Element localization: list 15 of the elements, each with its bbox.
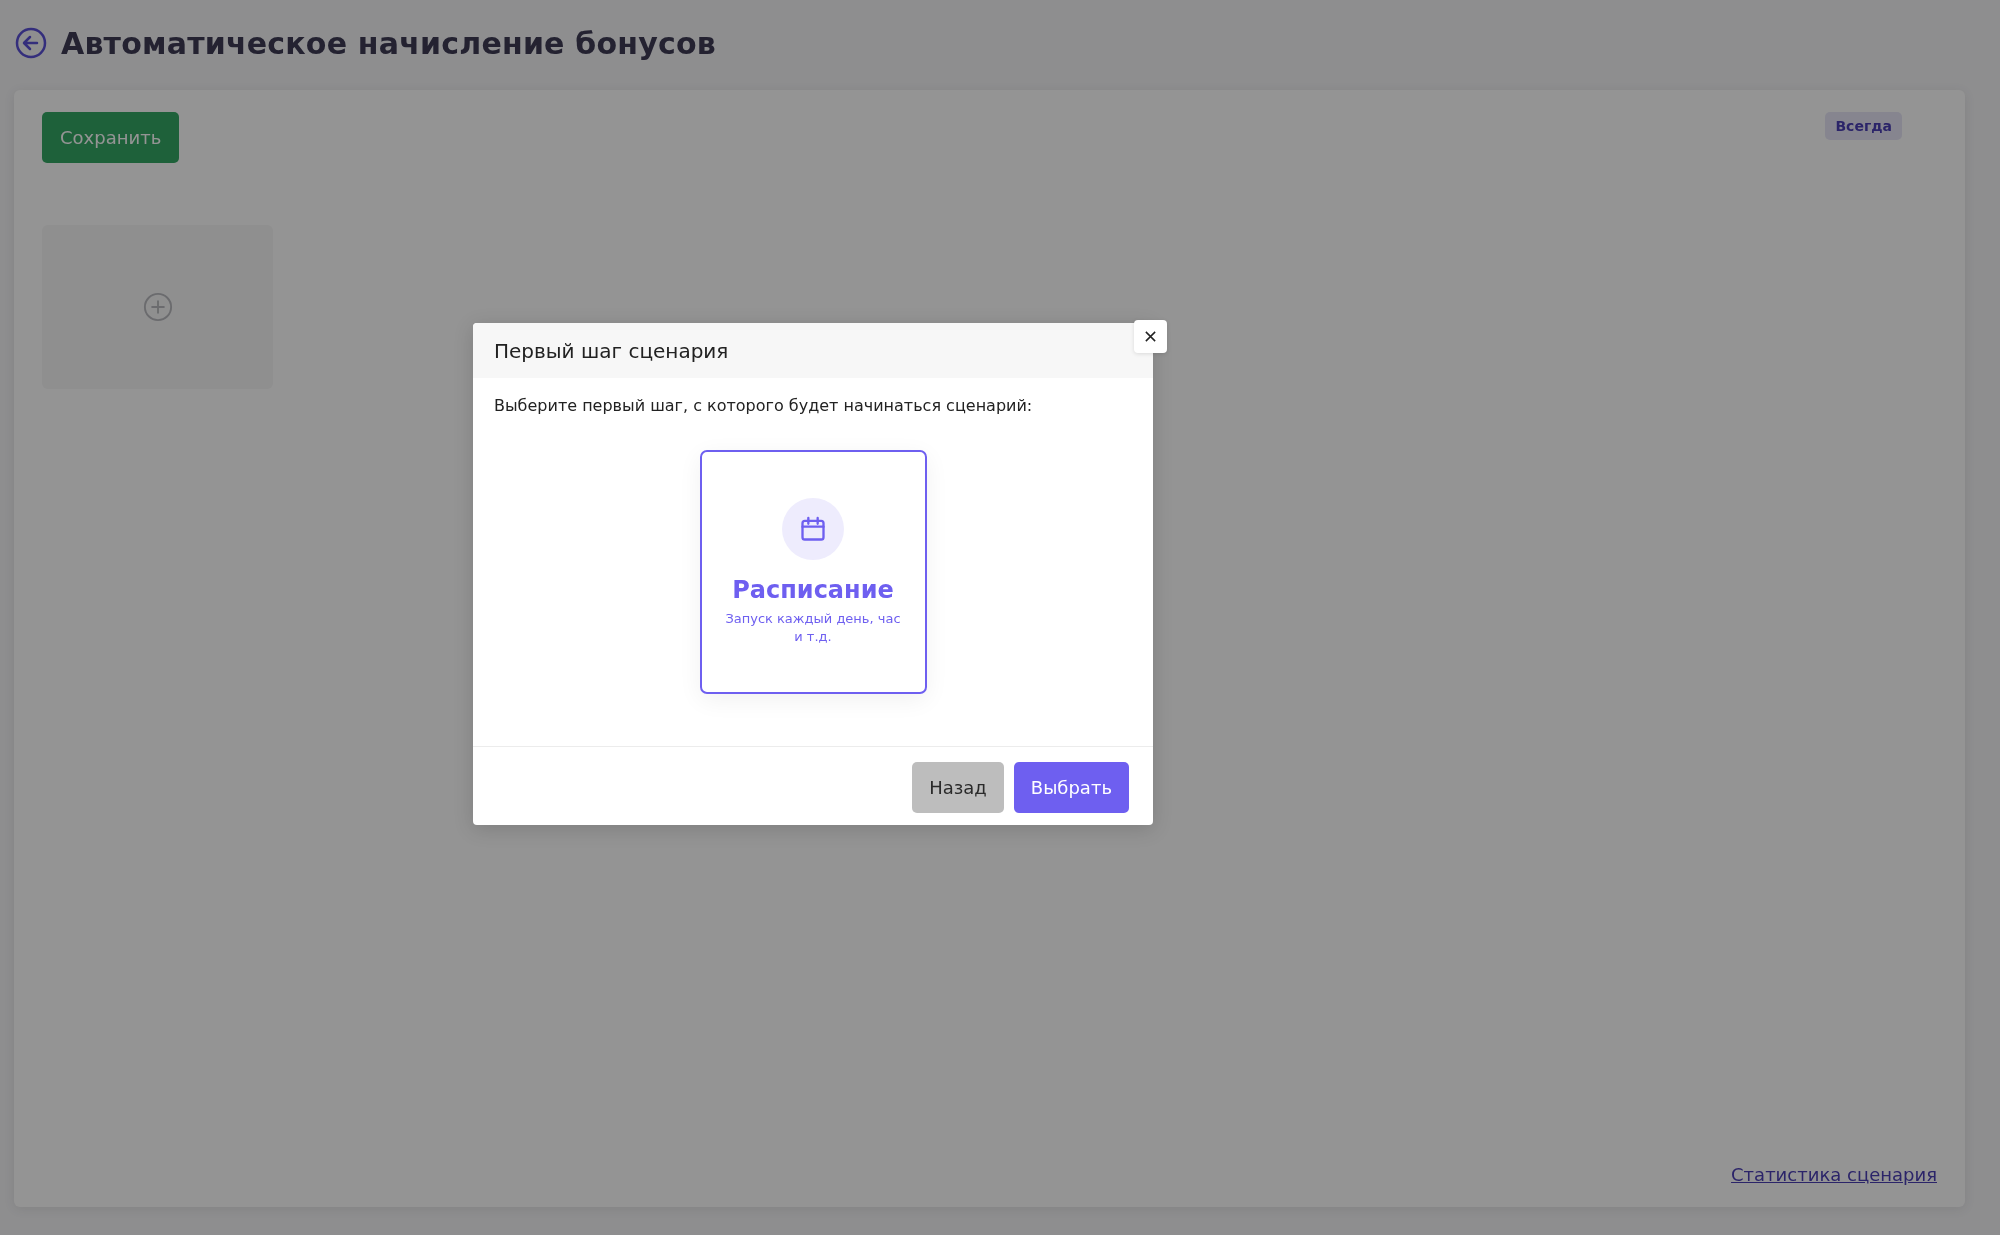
save-button[interactable]: Сохранить bbox=[42, 112, 180, 163]
option-card[interactable]: Расписание Запуск каждый день, час и т.д. bbox=[699, 450, 927, 694]
add-icon bbox=[142, 292, 173, 322]
page-title: Автоматическое начисление бонусов bbox=[61, 25, 716, 61]
option-description: Запуск каждый день, час и т.д. bbox=[724, 610, 902, 646]
back-button[interactable]: Назад bbox=[912, 762, 1004, 813]
modal-prompt: Выберите первый шаг, с которого будет начинаться сценарий: bbox=[494, 396, 1034, 415]
option-title: Расписание bbox=[732, 576, 894, 604]
schedule-badge: Всегда bbox=[1825, 112, 1902, 140]
calendar-icon bbox=[799, 515, 827, 543]
select-button[interactable]: Выбрать bbox=[1013, 762, 1129, 813]
statistics-link[interactable]: Статистика сценария bbox=[1731, 1164, 1937, 1185]
modal-title: Первый шаг сценария bbox=[494, 338, 729, 363]
close-icon bbox=[1144, 330, 1157, 343]
close-button[interactable] bbox=[1134, 320, 1167, 353]
